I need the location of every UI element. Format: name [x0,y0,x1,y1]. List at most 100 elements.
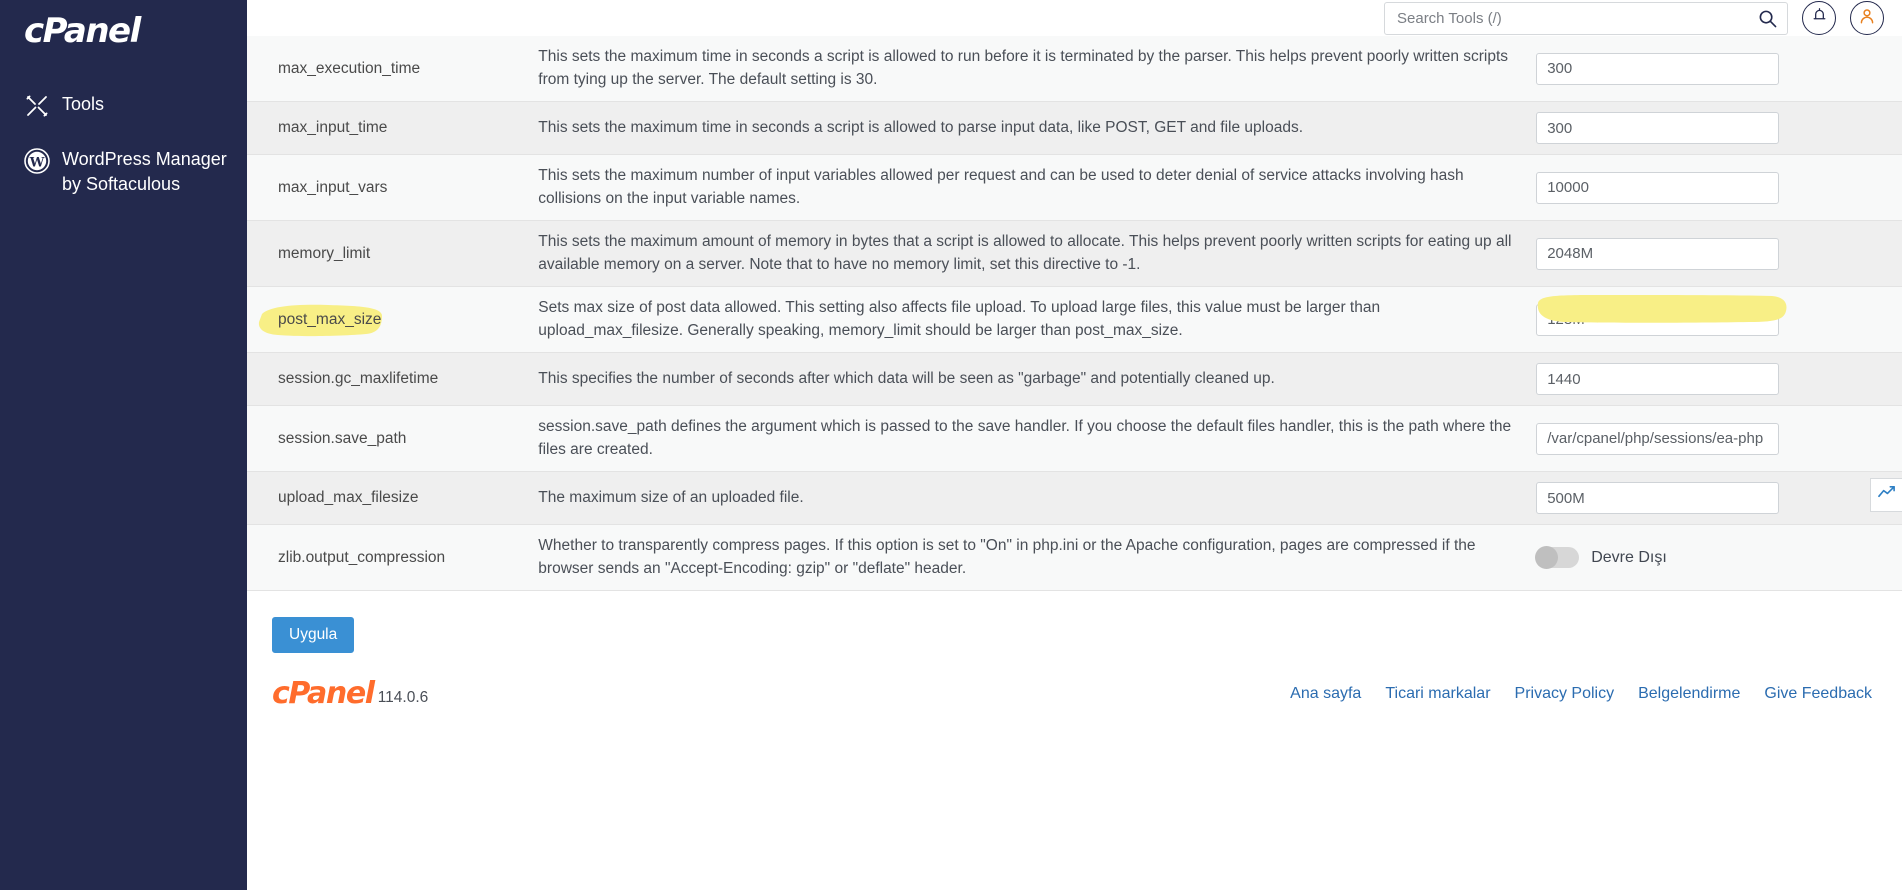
zlib-output-compression-toggle[interactable] [1535,546,1580,569]
directive-name-cell: session.gc_maxlifetime [247,352,539,406]
directive-description-cell: This sets the maximum number of input va… [538,154,1529,221]
footer-links: Ana sayfa Ticari markalar Privacy Policy… [1290,685,1872,703]
directive-description-cell: This sets the maximum time in seconds a … [538,36,1529,102]
svg-text:W: W [29,156,45,171]
bell-icon [1811,7,1828,29]
cpanel-footer-logo: cPanel [272,676,375,711]
directive-name-cell: post_max_size [247,286,539,353]
sidebar-item-label-tools: Tools [62,94,105,114]
directive-description: Sets max size of post data allowed. This… [538,299,1381,339]
directive-value-input[interactable] [1536,237,1780,270]
toggle-knob [1535,546,1559,569]
directive-description-cell: Sets max size of post data allowed. This… [538,286,1529,353]
page-footer: cPanel 114.0.6 Ana sayfa Ticari markalar… [247,653,1902,709]
directive-description: Whether to transparently compress pages.… [538,537,1476,577]
directive-value-input[interactable] [1536,112,1780,144]
directive-value-cell [1528,471,1902,525]
directive-name: upload_max_filesize [278,489,419,506]
search-input[interactable] [1395,8,1757,28]
footer-brand: cPanel 114.0.6 [272,679,428,709]
notifications-button[interactable] [1802,1,1836,35]
directive-description-cell: This specifies the number of seconds aft… [538,352,1529,406]
top-header [247,0,1902,36]
directive-description-cell: This sets the maximum time in seconds a … [538,101,1529,155]
apply-button[interactable]: Uygula [272,617,355,653]
directive-value-input[interactable] [1536,171,1780,204]
footer-link-trademarks[interactable]: Ticari markalar [1385,685,1490,703]
sidebar-item-tools[interactable]: Tools [0,86,247,125]
directive-name-highlighted: post_max_size [258,304,382,336]
directive-description-cell: This sets the maximum amount of memory i… [538,220,1529,287]
directive-value-input[interactable] [1536,52,1780,85]
footer-link-give-feedback[interactable]: Give Feedback [1764,685,1872,703]
sidebar-item-wordpress-manager[interactable]: W WordPress Manager by Softaculous [0,141,247,203]
php-settings-body: max_execution_time This sets the maximum… [247,36,1902,591]
directive-name-cell: max_execution_time [247,36,539,102]
directive-description: This sets the maximum amount of memory i… [538,233,1512,273]
tools-icon [24,93,50,119]
table-row: max_input_time This sets the maximum tim… [247,101,1902,155]
directive-value-input[interactable] [1536,482,1780,514]
directive-description: This sets the maximum number of input va… [538,167,1464,207]
directive-value-input-highlighted[interactable] [1536,303,1780,336]
directive-value-cell-highlighted [1528,286,1902,353]
search-container[interactable] [1384,1,1788,35]
form-actions: Uygula [247,591,1902,653]
directive-value-cell [1528,101,1902,155]
toggle-state-label: Devre Dışı [1591,548,1667,566]
directive-description: session.save_path defines the argument w… [538,418,1512,458]
directive-description-cell: Whether to transparently compress pages.… [538,524,1529,591]
directive-toggle-wrap: Devre Dışı [1535,546,1872,569]
directive-name: max_execution_time [278,59,421,77]
search-icon[interactable] [1757,8,1777,28]
directive-description-cell: session.save_path defines the argument w… [538,405,1529,472]
directive-name: memory_limit [278,244,371,262]
sidebar: cPanel Tools W WordPress Manager by Soft… [0,0,247,890]
directive-value-input[interactable] [1536,422,1780,455]
wordpress-icon: W [24,148,50,174]
footer-link-home[interactable]: Ana sayfa [1290,685,1361,703]
directive-name-cell: upload_max_filesize [247,471,539,525]
statistics-widget-button[interactable] [1870,478,1902,512]
directive-description: This sets the maximum time in seconds a … [538,118,1304,136]
table-row-highlighted: post_max_size Sets max size of post data… [247,286,1902,353]
main-content: max_execution_time This sets the maximum… [247,0,1902,890]
directive-value-cell [1528,154,1902,221]
account-button[interactable] [1850,1,1884,35]
directive-description-cell: The maximum size of an uploaded file. [538,471,1529,525]
directive-value-cell [1528,405,1902,472]
table-row: memory_limit This sets the maximum amoun… [247,220,1902,287]
footer-link-privacy-policy[interactable]: Privacy Policy [1515,685,1615,703]
directive-description: This sets the maximum time in seconds a … [538,48,1509,88]
directive-name-cell: zlib.output_compression [247,524,539,591]
table-row: upload_max_filesize The maximum size of … [247,471,1902,525]
settings-scroll-area[interactable]: max_execution_time This sets the maximum… [247,36,1902,890]
directive-value-cell [1528,352,1902,406]
directive-name-cell: memory_limit [247,220,539,287]
table-row: session.save_path session.save_path defi… [247,405,1902,472]
table-row: max_execution_time This sets the maximum… [247,36,1902,102]
directive-name-text: post_max_size [278,310,382,328]
directive-name: session.save_path [278,429,407,447]
directive-name: max_input_time [278,119,388,136]
directive-value-input[interactable] [1536,363,1780,395]
php-settings-table: max_execution_time This sets the maximum… [247,36,1902,591]
directive-value-cell [1528,36,1902,102]
cpanel-version: 114.0.6 [377,689,429,706]
sidebar-item-label-wordpress-manager: WordPress Manager by Softaculous [62,149,227,194]
directive-value-cell: Devre Dışı [1528,524,1902,591]
chart-line-icon [1877,483,1896,507]
directive-name: max_input_vars [278,178,388,196]
footer-link-documentation[interactable]: Belgelendirme [1638,685,1740,703]
table-row: session.gc_maxlifetime This specifies th… [247,352,1902,406]
sidebar-logo[interactable]: cPanel [0,0,247,48]
directive-name-cell: session.save_path [247,405,539,472]
cpanel-app: cPanel Tools W WordPress Manager by Soft… [0,0,1902,890]
directive-name: zlib.output_compression [278,548,446,566]
directive-name-cell: max_input_time [247,101,539,155]
directive-name: session.gc_maxlifetime [278,370,439,387]
user-icon [1858,7,1876,30]
cpanel-logo-text: cPanel [24,11,141,51]
directive-description: The maximum size of an uploaded file. [538,488,804,506]
table-row: max_input_vars This sets the maximum num… [247,154,1902,221]
